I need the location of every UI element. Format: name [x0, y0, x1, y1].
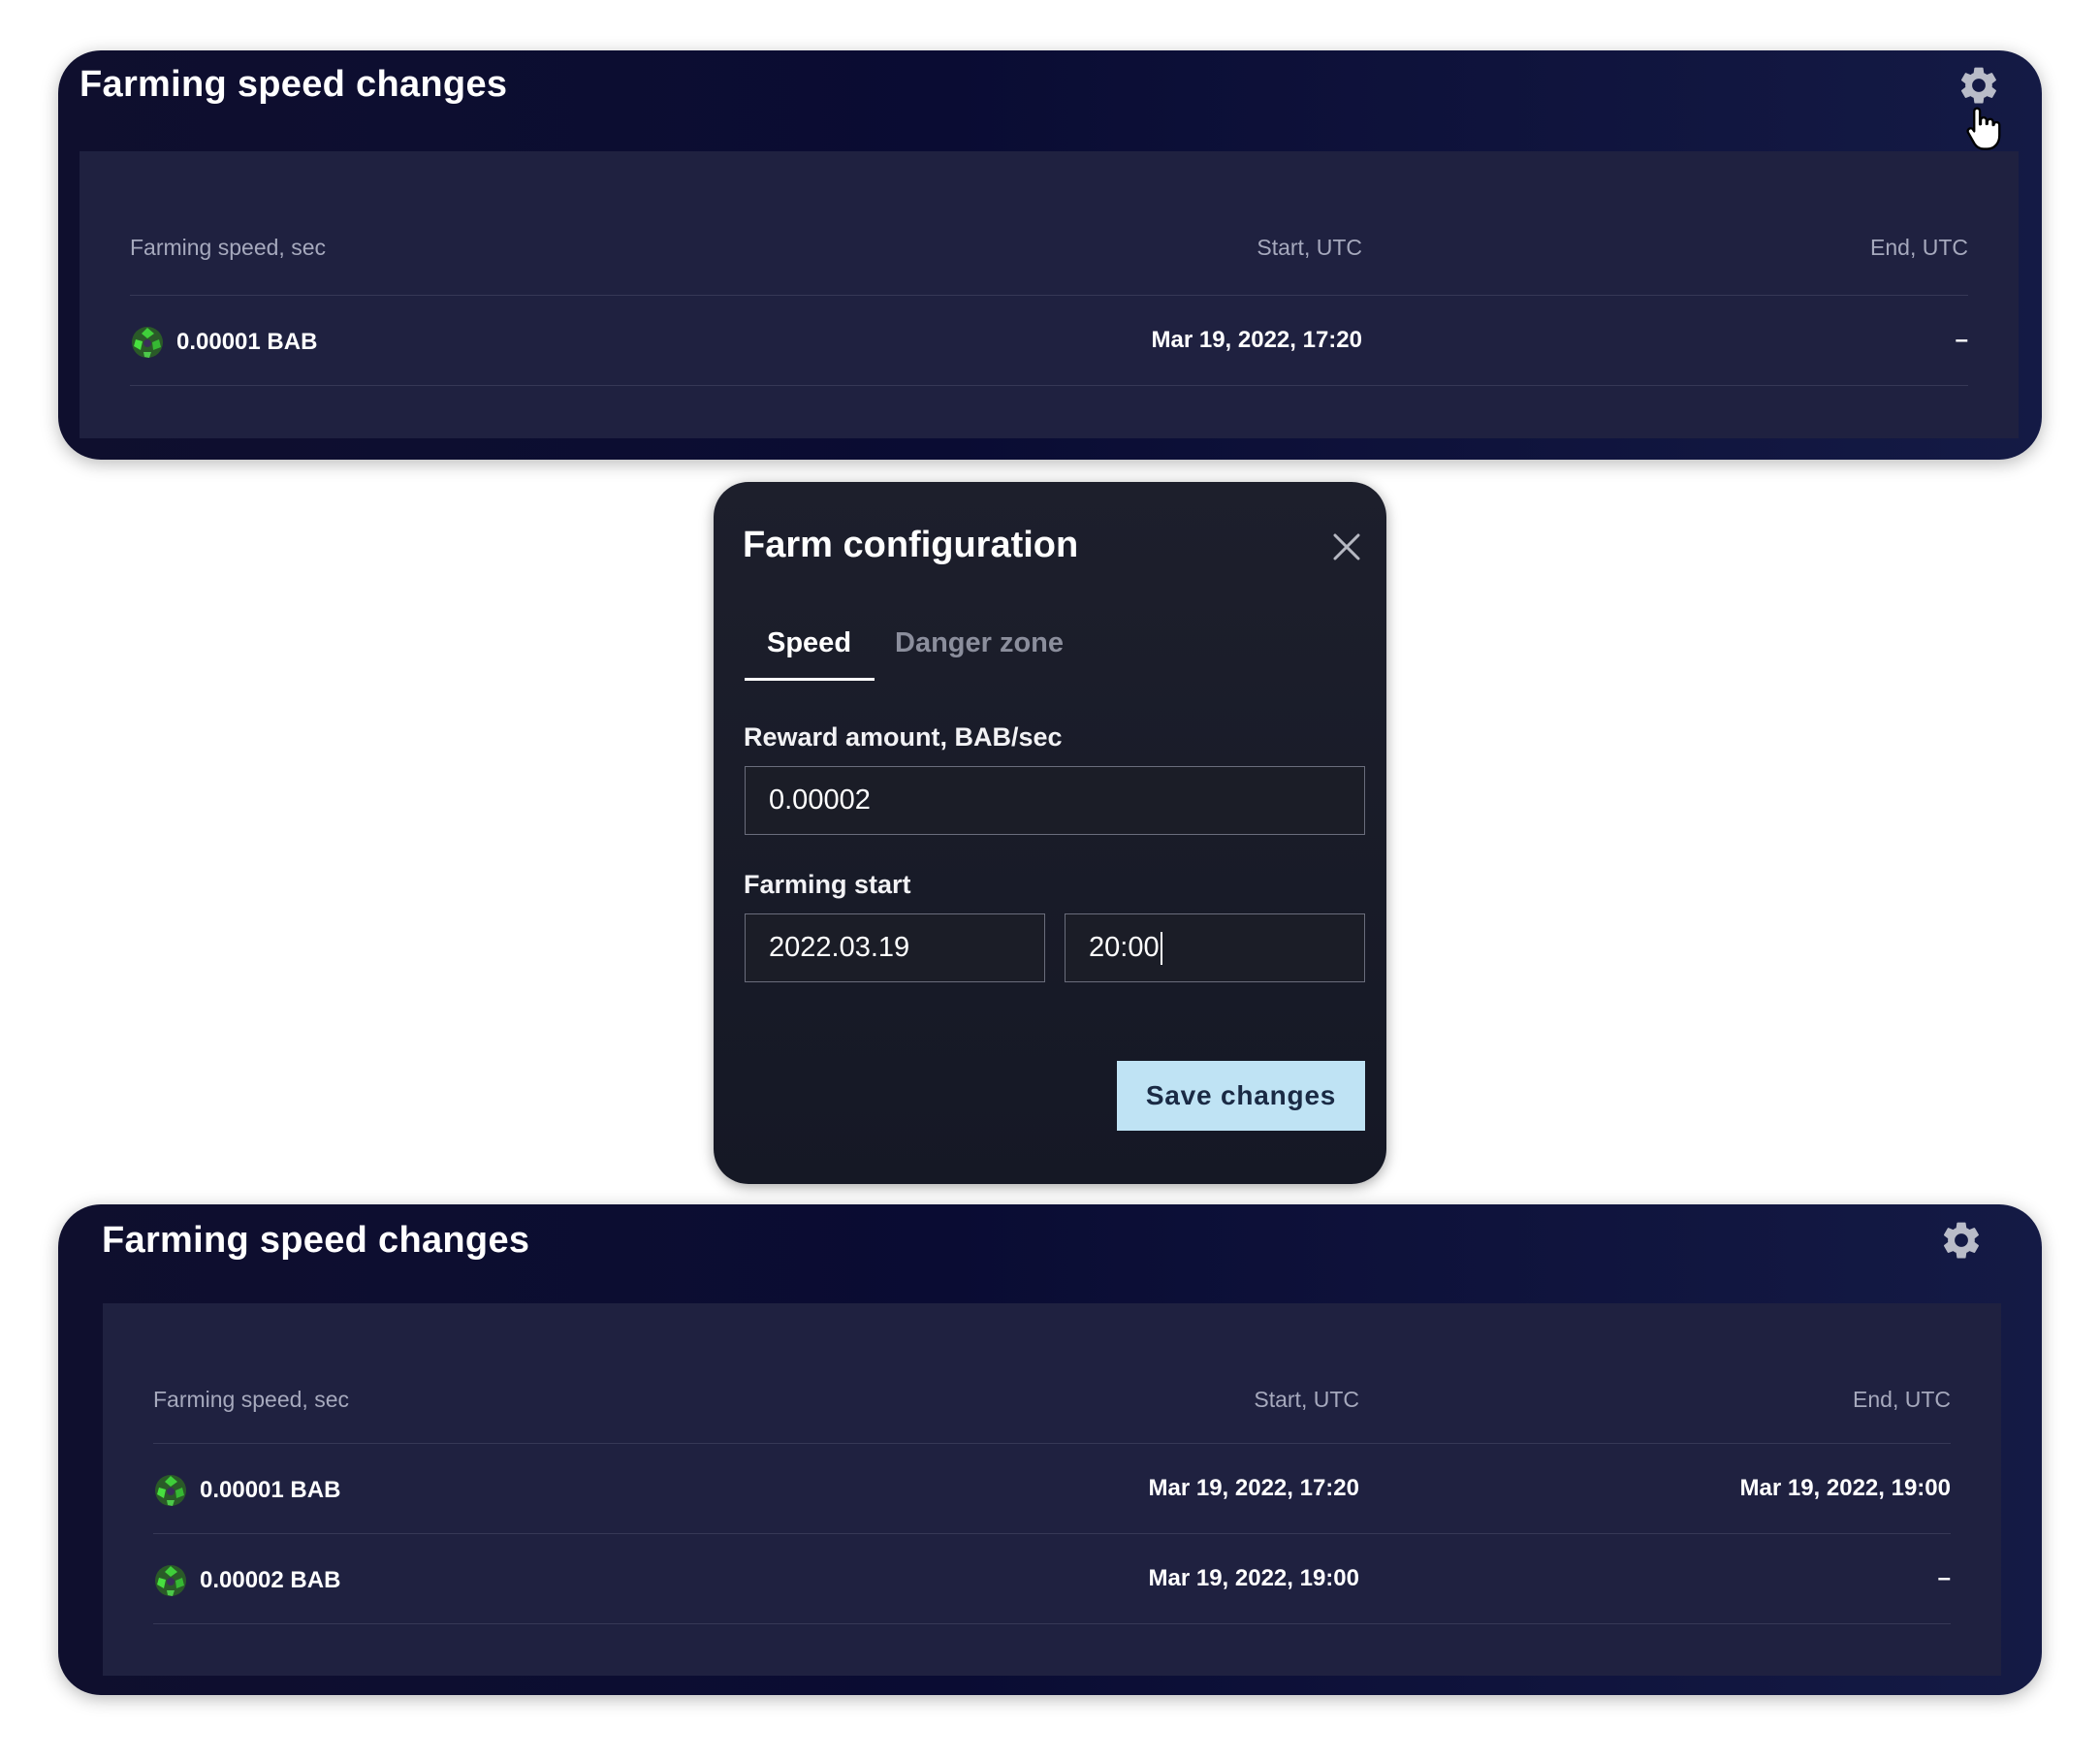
column-header-speed: Farming speed, sec — [130, 235, 326, 260]
speed-table: Farming speed, sec Start, UTC End, UTC 0… — [80, 151, 2019, 438]
speed-cell: 0.00001 BAB — [130, 325, 317, 360]
farming-speed-panel-after: Farming speed changes Farming speed, sec… — [58, 1204, 2042, 1695]
column-header-start: Start, UTC — [1257, 235, 1362, 260]
time-value: 20:00 — [1089, 932, 1160, 963]
table-row: 0.00002 BAB Mar 19, 2022, 19:00 – — [153, 1533, 1951, 1624]
start-value: Mar 19, 2022, 17:20 — [1148, 1475, 1360, 1501]
column-header-end: End, UTC — [1853, 1387, 1951, 1412]
tab-danger-zone[interactable]: Danger zone — [895, 627, 1064, 659]
table-row: 0.00001 BAB Mar 19, 2022, 17:20 Mar 19, … — [153, 1443, 1951, 1533]
table-header: Farming speed, sec Start, UTC End, UTC — [153, 1381, 1951, 1420]
speed-table: Farming speed, sec Start, UTC End, UTC 0… — [103, 1303, 2001, 1676]
column-header-start: Start, UTC — [1254, 1387, 1359, 1412]
bab-token-icon — [155, 1475, 186, 1506]
column-header-speed: Farming speed, sec — [153, 1387, 349, 1412]
end-value: – — [1955, 327, 1968, 353]
save-changes-button[interactable]: Save changes — [1117, 1061, 1365, 1131]
speed-value: 0.00001 BAB — [200, 1477, 341, 1503]
speed-value: 0.00001 BAB — [176, 329, 318, 355]
text-caret — [1160, 932, 1162, 966]
speed-value: 0.00002 BAB — [200, 1567, 341, 1593]
tab-speed[interactable]: Speed — [767, 627, 851, 659]
farming-start-label: Farming start — [744, 870, 911, 899]
panel-title: Farming speed changes — [80, 64, 508, 105]
active-tab-indicator — [745, 678, 875, 681]
reward-amount-input[interactable]: 0.00002 — [745, 766, 1365, 835]
farming-speed-panel-before: Farming speed changes Farming speed, sec… — [58, 50, 2042, 460]
panel-title: Farming speed changes — [102, 1220, 530, 1261]
speed-cell: 0.00001 BAB — [153, 1473, 340, 1508]
close-icon[interactable] — [1330, 530, 1363, 563]
reward-amount-label: Reward amount, BAB/sec — [744, 722, 1063, 752]
farming-start-time-input[interactable]: 20:00 — [1065, 913, 1365, 982]
table-row: 0.00001 BAB Mar 19, 2022, 17:20 – — [130, 295, 1968, 386]
start-value: Mar 19, 2022, 19:00 — [1148, 1565, 1360, 1591]
farming-start-date-input[interactable]: 2022.03.19 — [745, 913, 1045, 982]
bab-token-icon — [132, 327, 163, 358]
gear-icon[interactable] — [1939, 1218, 1984, 1263]
start-value: Mar 19, 2022, 17:20 — [1151, 327, 1363, 353]
farm-configuration-modal: Farm configuration Speed Danger zone Rew… — [714, 482, 1386, 1184]
modal-title: Farm configuration — [743, 525, 1079, 565]
hand-cursor-icon — [1966, 107, 2001, 150]
gear-icon[interactable] — [1957, 63, 2001, 108]
end-value: Mar 19, 2022, 19:00 — [1739, 1475, 1952, 1501]
table-header: Farming speed, sec Start, UTC End, UTC — [130, 229, 1968, 268]
bab-token-icon — [155, 1565, 186, 1596]
end-value: – — [1937, 1565, 1951, 1591]
speed-cell: 0.00002 BAB — [153, 1563, 340, 1598]
column-header-end: End, UTC — [1870, 235, 1968, 260]
